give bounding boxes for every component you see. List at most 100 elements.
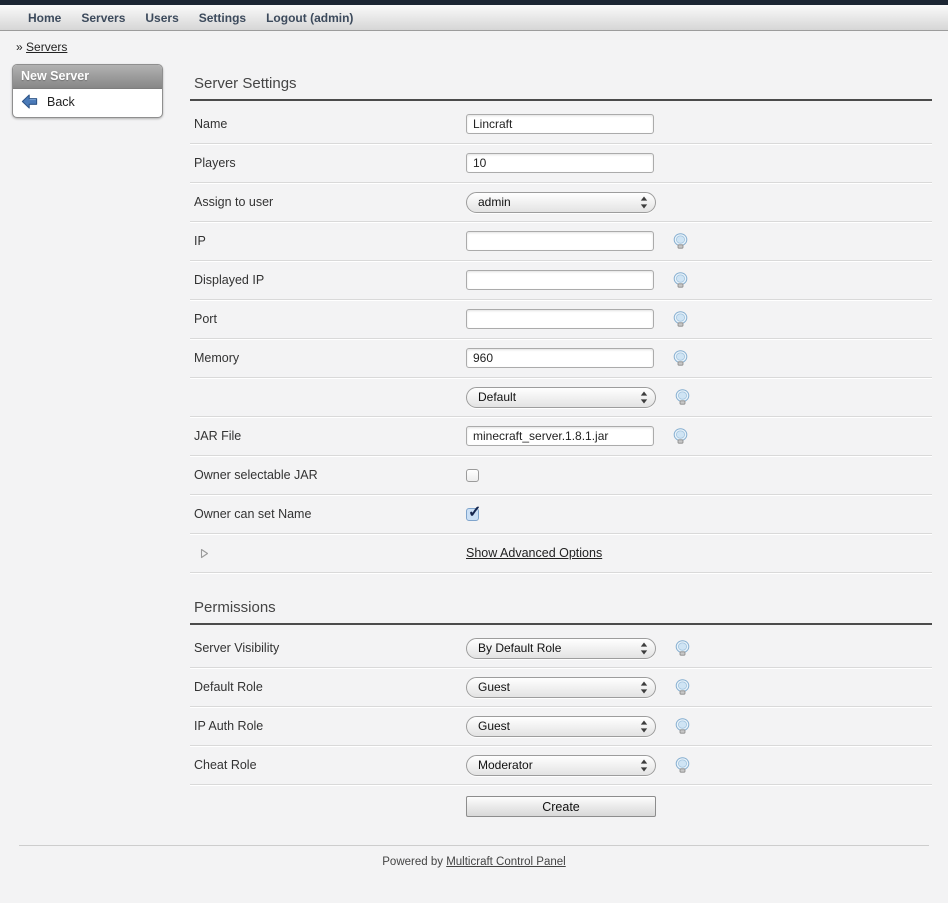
field-label-default-role: Default Role — [194, 680, 466, 694]
nav-item-settings[interactable]: Settings — [199, 11, 246, 25]
sidebar-panel: New Server Back — [12, 64, 163, 118]
field-control — [466, 426, 654, 446]
hint-bulb-icon[interactable] — [672, 311, 689, 328]
field-control — [466, 348, 654, 368]
field-control — [466, 231, 654, 251]
port-input[interactable] — [466, 309, 654, 329]
hint-bulb-icon[interactable] — [672, 350, 689, 367]
ip-auth-role-select[interactable]: Guest — [466, 716, 656, 737]
hint-bulb-icon[interactable] — [672, 428, 689, 445]
memory-input[interactable] — [466, 348, 654, 368]
footer-text: Powered by — [382, 856, 443, 868]
field-control — [466, 508, 479, 521]
form-row-displayed-ip: Displayed IP — [190, 261, 932, 300]
hint-bulb-icon[interactable] — [674, 757, 691, 774]
nav-item-servers[interactable]: Servers — [81, 11, 125, 25]
triangle-right-icon[interactable] — [200, 548, 209, 559]
form-row-advanced-options: Show Advanced Options — [190, 534, 932, 573]
hint-bulb-icon[interactable] — [674, 640, 691, 657]
form-row-memory-preset: Default — [190, 378, 932, 417]
selected-value: Default — [478, 390, 640, 404]
form-row-owner-can-set-name: Owner can set Name — [190, 495, 932, 534]
field-control — [466, 309, 654, 329]
section-title-permissions: Permissions — [190, 573, 932, 623]
field-control — [466, 270, 654, 290]
advanced-toggle-area — [194, 548, 466, 559]
memory-preset-select[interactable]: Default — [466, 387, 656, 408]
sidebar-item-back[interactable]: Back — [13, 89, 162, 117]
field-label-owner-can-set-name: Owner can set Name — [194, 507, 466, 521]
form-row-memory: Memory — [190, 339, 932, 378]
default-role-select[interactable]: Guest — [466, 677, 656, 698]
form-row-owner-selectable-jar: Owner selectable JAR — [190, 456, 932, 495]
main-content: Server Settings Name Players Assign to use… — [190, 56, 932, 817]
footer-link-multicraft[interactable]: Multicraft Control Panel — [446, 856, 566, 868]
owner-can-set-name-checkbox[interactable] — [466, 508, 479, 521]
field-control — [466, 469, 479, 482]
form-row-ip: IP — [190, 222, 932, 261]
section-divider — [190, 99, 932, 101]
field-label-assign-to-user: Assign to user — [194, 195, 466, 209]
form-row-assign-to-user: Assign to useradmin — [190, 183, 932, 222]
permissions-rows: Server Visibility By Default Role Default … — [190, 629, 932, 785]
field-control: Guest — [466, 677, 656, 698]
form-row-server-visibility: Server Visibility By Default Role — [190, 629, 932, 668]
hint-bulb-icon[interactable] — [674, 679, 691, 696]
players-input[interactable] — [466, 153, 654, 173]
displayed-ip-input[interactable] — [466, 270, 654, 290]
nav-item-home[interactable]: Home — [28, 11, 61, 25]
field-label-port: Port — [194, 312, 466, 326]
sidebar-title: New Server — [13, 65, 162, 89]
field-label-displayed-ip: Displayed IP — [194, 273, 466, 287]
select-arrows-icon — [640, 196, 648, 209]
field-label-ip-auth-role: IP Auth Role — [194, 719, 466, 733]
field-label-players: Players — [194, 156, 466, 170]
section-divider — [190, 623, 932, 625]
hint-bulb-icon[interactable] — [674, 389, 691, 406]
hint-bulb-icon[interactable] — [672, 272, 689, 289]
select-arrows-icon — [640, 681, 648, 694]
hint-bulb-icon[interactable] — [674, 718, 691, 735]
selected-value: Moderator — [478, 758, 640, 772]
server-settings-rows: Name Players Assign to useradmin IP Displaye… — [190, 105, 932, 573]
ip-input[interactable] — [466, 231, 654, 251]
field-label-name: Name — [194, 117, 466, 131]
select-arrows-icon — [640, 391, 648, 404]
form-row-name: Name — [190, 105, 932, 144]
assign-to-user-select[interactable]: admin — [466, 192, 656, 213]
field-label-jar-file: JAR File — [194, 429, 466, 443]
show-advanced-options-link[interactable]: Show Advanced Options — [466, 546, 602, 560]
form-row-jar-file: JAR File — [190, 417, 932, 456]
select-arrows-icon — [640, 759, 648, 772]
field-control: Default — [466, 387, 656, 408]
footer: Powered by Multicraft Control Panel — [19, 845, 929, 868]
selected-value: Guest — [478, 680, 640, 694]
owner-selectable-jar-checkbox[interactable] — [466, 469, 479, 482]
nav-item-logout[interactable]: Logout (admin) — [266, 11, 353, 25]
field-control: Guest — [466, 716, 656, 737]
server-visibility-select[interactable]: By Default Role — [466, 638, 656, 659]
selected-value: Guest — [478, 719, 640, 733]
field-control — [466, 114, 654, 134]
form-row-default-role: Default Role Guest — [190, 668, 932, 707]
field-control: Moderator — [466, 755, 656, 776]
nav-item-users[interactable]: Users — [145, 11, 178, 25]
create-button[interactable]: Create — [466, 796, 656, 817]
breadcrumb-link-servers[interactable]: Servers — [26, 40, 67, 54]
jar-file-input[interactable] — [466, 426, 654, 446]
hint-bulb-icon[interactable] — [672, 233, 689, 250]
name-input[interactable] — [466, 114, 654, 134]
section-title-server-settings: Server Settings — [190, 56, 932, 99]
field-control: By Default Role — [466, 638, 656, 659]
field-label-server-visibility: Server Visibility — [194, 641, 466, 655]
field-control: Show Advanced Options — [466, 546, 602, 560]
field-label-memory: Memory — [194, 351, 466, 365]
selected-value: By Default Role — [478, 641, 640, 655]
create-row: Create — [190, 785, 932, 817]
form-row-port: Port — [190, 300, 932, 339]
breadcrumb: » Servers — [16, 40, 948, 56]
field-label-owner-selectable-jar: Owner selectable JAR — [194, 468, 466, 482]
field-label-ip: IP — [194, 234, 466, 248]
breadcrumb-separator: » — [16, 40, 23, 54]
cheat-role-select[interactable]: Moderator — [466, 755, 656, 776]
